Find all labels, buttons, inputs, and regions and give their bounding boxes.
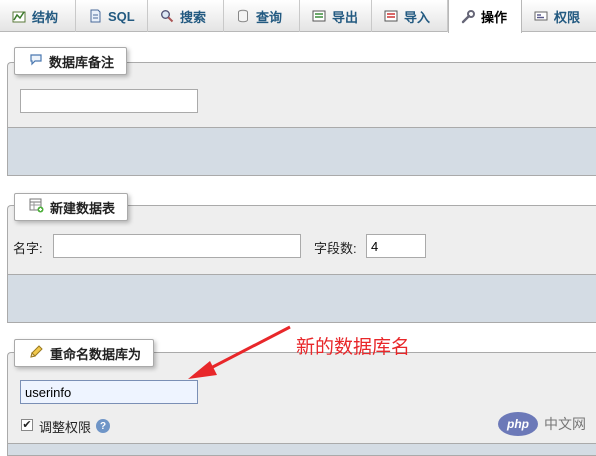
annotation-text: 新的数据库名 [296, 336, 411, 358]
php-logo: php [498, 412, 538, 436]
watermark-text: 中文网 [544, 416, 586, 432]
annotation-arrow [188, 325, 291, 379]
watermark: php 中文网 [498, 412, 586, 436]
